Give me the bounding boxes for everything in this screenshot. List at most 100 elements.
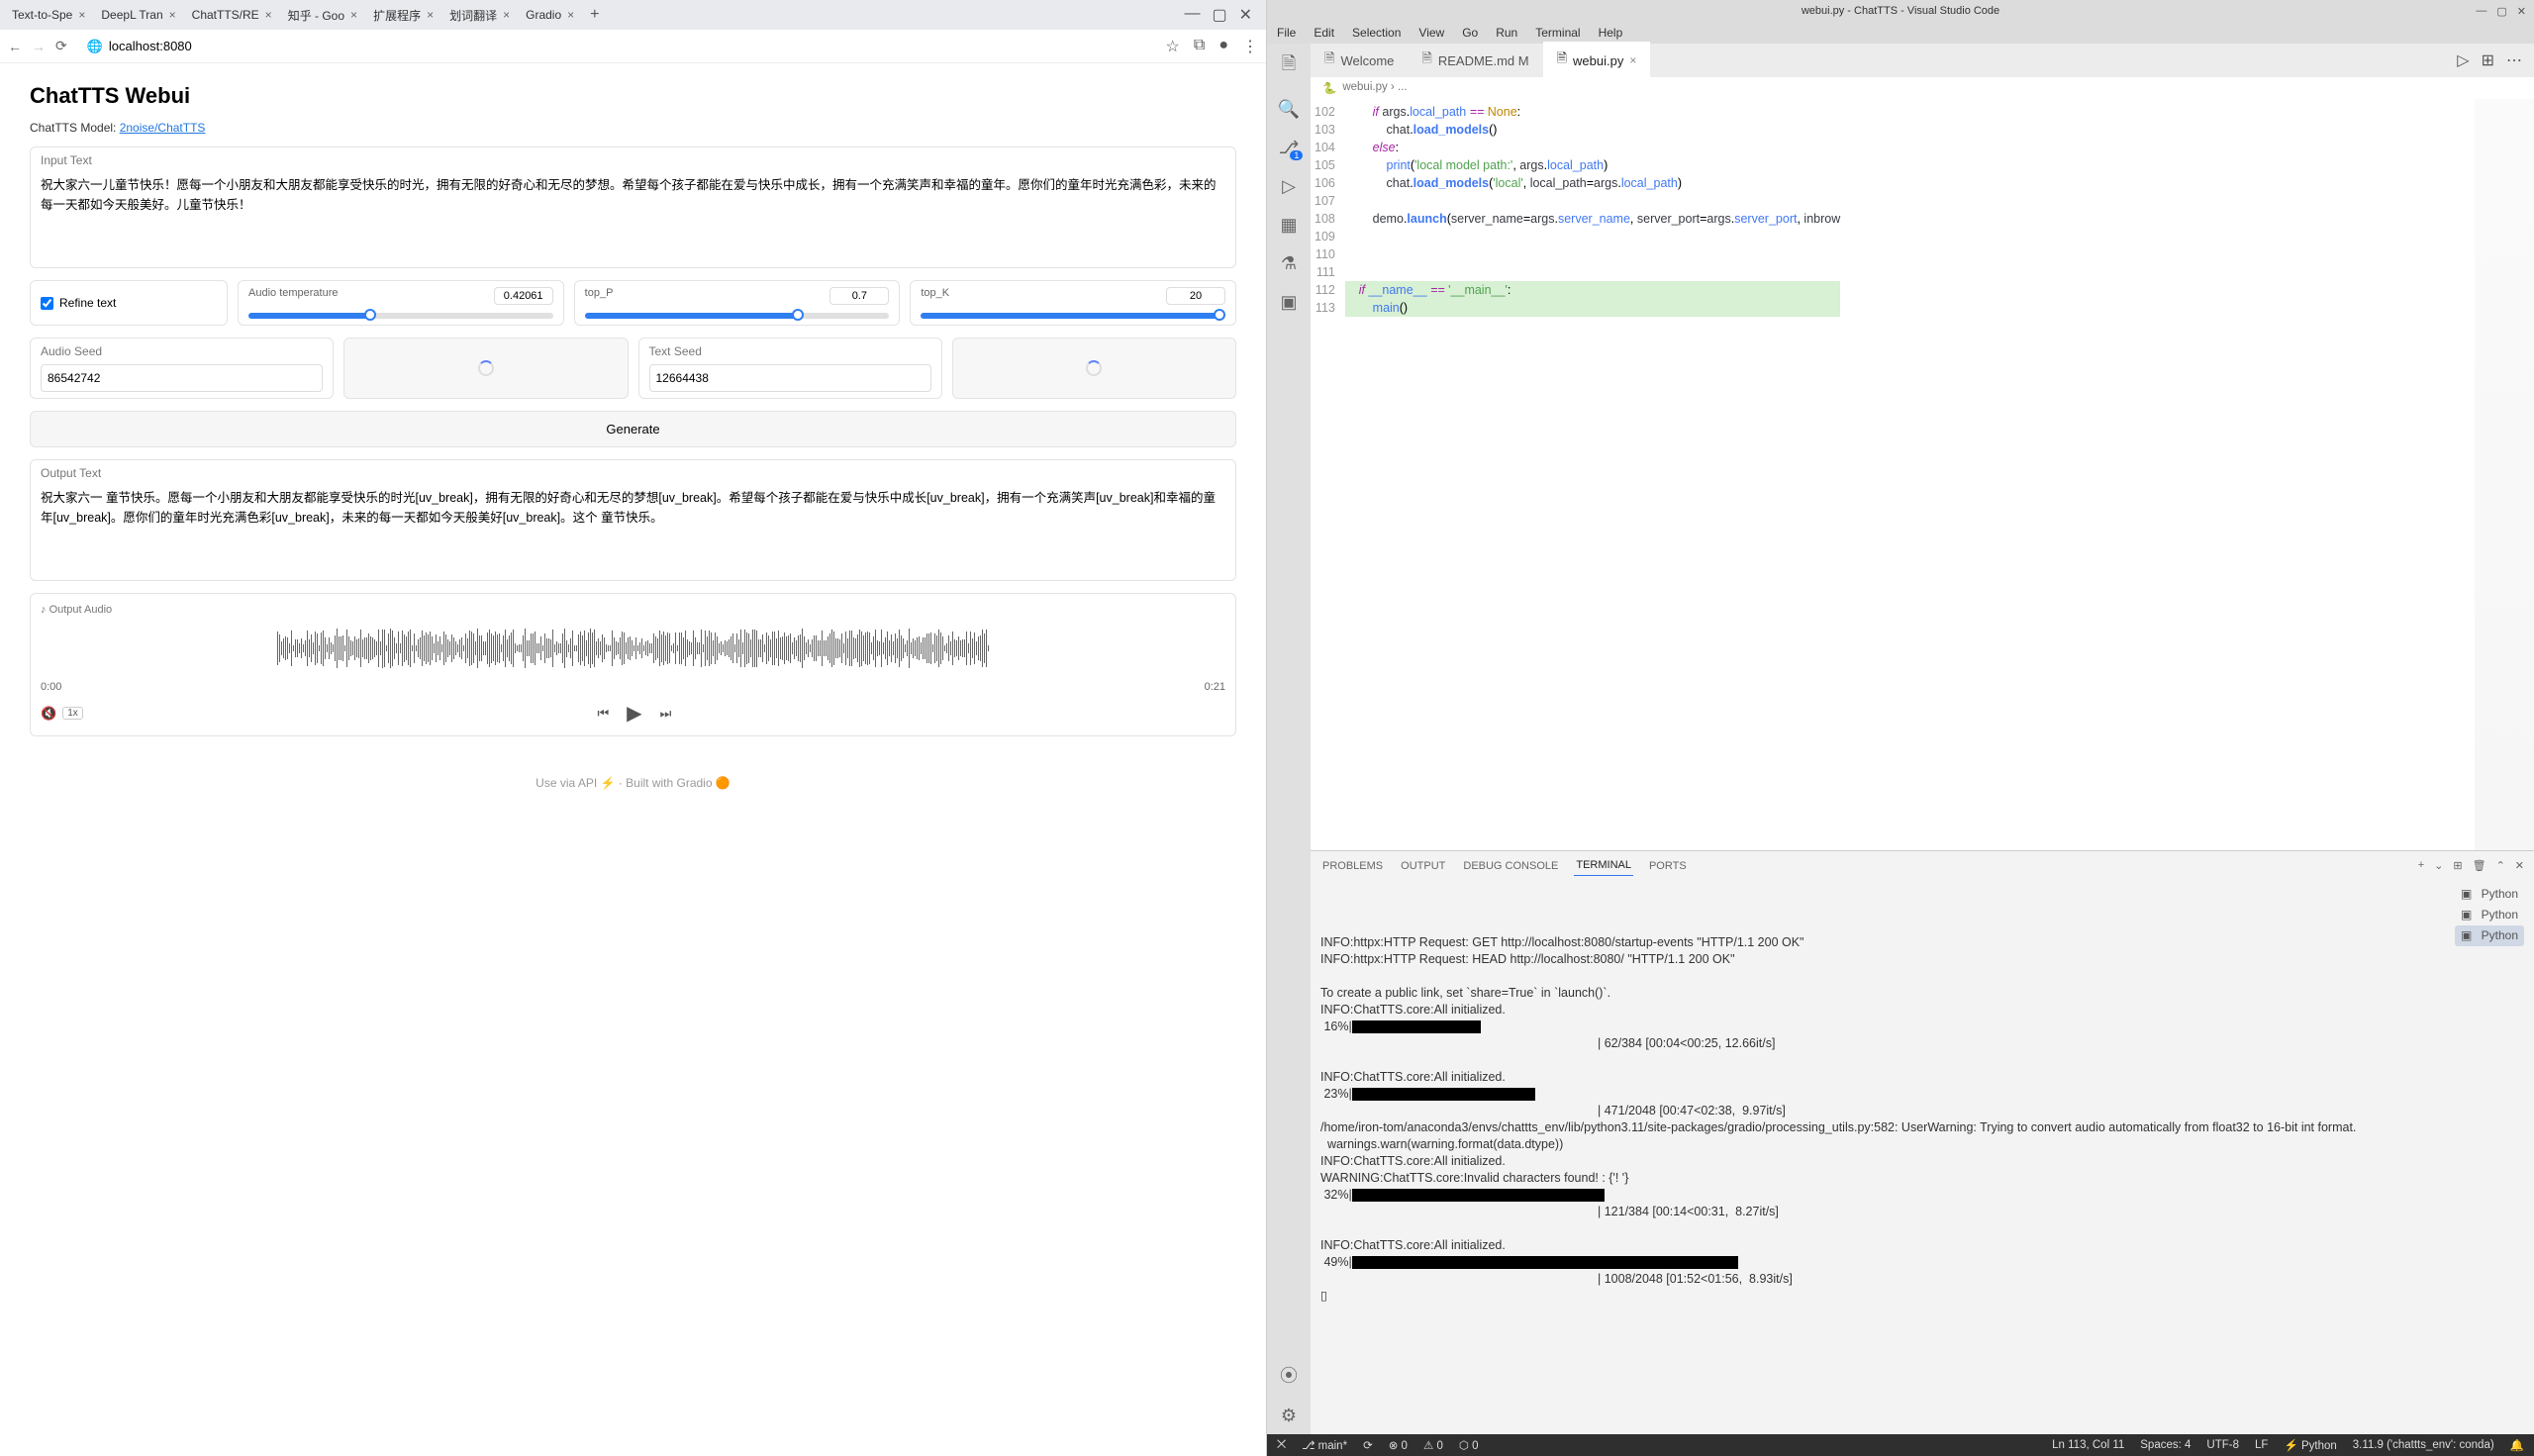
status-item[interactable]: ⊗ 0 [1389, 1438, 1408, 1452]
panel-tab[interactable]: DEBUG CONSOLE [1461, 856, 1560, 876]
explorer-icon[interactable]: 🗎 [1282, 51, 1296, 81]
browser-tab[interactable]: Text-to-Spe× [4, 4, 93, 26]
run-debug-icon[interactable]: ▷ [1282, 176, 1296, 197]
reload-icon[interactable]: ⟳ [55, 38, 67, 54]
terminal-instance[interactable]: ▣ Python [2455, 884, 2524, 905]
account-icon[interactable]: ⦿ [1280, 1362, 1298, 1388]
menu-item[interactable]: Terminal [1535, 26, 1580, 40]
menu-icon[interactable]: ⋮ [1242, 37, 1258, 56]
beaker-icon[interactable]: ⚗ [1281, 253, 1297, 274]
minimize-icon[interactable]: — [2476, 5, 2486, 18]
breadcrumb[interactable]: 🐍 webui.py › ... [1311, 77, 2534, 99]
code-area[interactable]: 102103104105106107108109110111112113 if … [1311, 99, 2534, 850]
input-textarea[interactable]: 祝大家六一儿童节快乐！愿每一个小朋友和大朋友都能享受快乐的时光，拥有无限的好奇心… [31, 169, 1235, 264]
back-icon[interactable]: ← [8, 39, 22, 54]
maximize-icon[interactable]: ▢ [1212, 5, 1226, 25]
tab-close-icon[interactable]: × [427, 8, 434, 22]
close-icon[interactable]: ✕ [1239, 5, 1252, 25]
trash-icon[interactable]: 🗑 [2473, 859, 2486, 872]
menu-item[interactable]: Edit [1314, 26, 1334, 40]
topp-slider[interactable]: top_P [574, 280, 901, 326]
split-terminal-icon[interactable]: ⊞ [2453, 859, 2462, 872]
chevron-up-icon[interactable]: ⌃ [2496, 859, 2505, 872]
tab-close-icon[interactable]: × [350, 8, 357, 22]
close-panel-icon[interactable]: ✕ [2515, 859, 2524, 872]
source-control-icon[interactable]: ⎇1 [1279, 138, 1300, 158]
status-item[interactable]: LF [2255, 1438, 2268, 1452]
run-icon[interactable]: ▷ [2457, 50, 2469, 70]
star-icon[interactable]: ☆ [1166, 37, 1180, 56]
close-icon[interactable]: ✕ [2517, 5, 2526, 18]
close-tab-icon[interactable]: × [1629, 53, 1636, 67]
topp-value[interactable] [829, 287, 889, 305]
extension-icon[interactable]: ⧉ [1194, 37, 1205, 56]
api-link[interactable]: Use via API [536, 776, 597, 790]
status-item[interactable]: ⎇ main* [1302, 1438, 1347, 1452]
status-item[interactable]: ⚡ Python [2284, 1438, 2336, 1452]
gradio-link[interactable]: Built with Gradio [626, 776, 712, 790]
editor-tab[interactable]: 🗎README.md M [1408, 42, 1542, 79]
text-seed-input[interactable] [649, 364, 931, 392]
tab-close-icon[interactable]: × [503, 8, 510, 22]
browser-tab[interactable]: DeepL Tran× [93, 4, 183, 26]
status-item[interactable]: Spaces: 4 [2140, 1438, 2191, 1452]
forward-icon[interactable]: → [32, 39, 46, 54]
model-link[interactable]: 2noise/ChatTTS [120, 121, 206, 135]
editor-tab[interactable]: 🗎Welcome [1311, 42, 1408, 79]
volume-icon[interactable]: 🔇 [41, 706, 56, 722]
menu-item[interactable]: Help [1599, 26, 1623, 40]
forward-icon[interactable]: ⏭ [660, 706, 672, 722]
output-textarea[interactable]: 祝大家六一 童节快乐。愿每一个小朋友和大朋友都能享受快乐的时光[uv_break… [31, 482, 1235, 577]
status-item[interactable]: ⬡ 0 [1459, 1438, 1479, 1452]
play-icon[interactable]: ▶ [627, 701, 641, 726]
extensions-icon[interactable]: ▦ [1280, 215, 1297, 236]
refine-checkbox-label[interactable]: Refine text [30, 280, 228, 326]
new-terminal-icon[interactable]: + [2418, 859, 2424, 872]
browser-tab[interactable]: 扩展程序× [365, 3, 441, 28]
terminal[interactable]: ▣ Python▣ Python▣ Python INFO:httpx:HTTP… [1311, 880, 2534, 1434]
tab-close-icon[interactable]: × [78, 8, 85, 22]
tab-close-icon[interactable]: × [265, 8, 272, 22]
menu-item[interactable]: Selection [1352, 26, 1401, 40]
status-item[interactable]: ⟳ [1363, 1438, 1373, 1452]
refine-checkbox[interactable] [41, 297, 53, 310]
settings-icon[interactable]: ⚙ [1281, 1406, 1297, 1426]
status-item[interactable]: ⨉ [1277, 1438, 1286, 1452]
panel-tab[interactable]: PROBLEMS [1320, 856, 1385, 876]
minimap[interactable] [2475, 99, 2534, 850]
minimize-icon[interactable]: — [1184, 5, 1200, 25]
url-input[interactable]: 🌐 localhost:8080 [77, 35, 202, 58]
status-item[interactable]: 🔔 [2510, 1438, 2524, 1452]
new-tab-button[interactable]: + [582, 6, 607, 24]
topk-slider[interactable]: top_K [910, 280, 1236, 326]
waveform[interactable] [41, 624, 1225, 673]
menu-item[interactable]: Run [1496, 26, 1517, 40]
audio-seed-input[interactable] [41, 364, 323, 392]
browser-tab[interactable]: 知乎 - Goo× [280, 3, 365, 28]
panel-tab[interactable]: PORTS [1647, 856, 1689, 876]
terminal-instance[interactable]: ▣ Python [2455, 905, 2524, 925]
speed-button[interactable]: 1x [62, 707, 83, 720]
split-icon[interactable]: ⊞ [2482, 50, 2494, 70]
browser-tab[interactable]: ChatTTS/RE× [184, 4, 280, 26]
temperature-value[interactable] [494, 287, 553, 305]
tab-close-icon[interactable]: × [567, 8, 574, 22]
status-item[interactable]: 3.11.9 ('chattts_env': conda) [2353, 1438, 2494, 1452]
profile-icon[interactable]: ● [1218, 37, 1228, 56]
rewind-icon[interactable]: ⏮ [597, 706, 609, 722]
panel-tab[interactable]: OUTPUT [1399, 856, 1447, 876]
docker-icon[interactable]: ▣ [1280, 292, 1297, 313]
search-icon[interactable]: 🔍 [1278, 99, 1300, 120]
more-icon[interactable]: ⋯ [2506, 50, 2522, 70]
temperature-slider[interactable]: Audio temperature [238, 280, 564, 326]
dropdown-icon[interactable]: ⌄ [2434, 859, 2443, 872]
menu-item[interactable]: Go [1462, 26, 1478, 40]
status-item[interactable]: ⚠ 0 [1423, 1438, 1443, 1452]
editor-tab[interactable]: 🗎webui.py× [1543, 42, 1651, 79]
tab-close-icon[interactable]: × [169, 8, 176, 22]
menu-item[interactable]: File [1277, 26, 1296, 40]
code-content[interactable]: if args.local_path == None: chat.load_mo… [1345, 99, 1840, 321]
topk-value[interactable] [1166, 287, 1225, 305]
status-item[interactable]: Ln 113, Col 11 [2052, 1438, 2124, 1452]
maximize-icon[interactable]: ▢ [2496, 5, 2506, 18]
